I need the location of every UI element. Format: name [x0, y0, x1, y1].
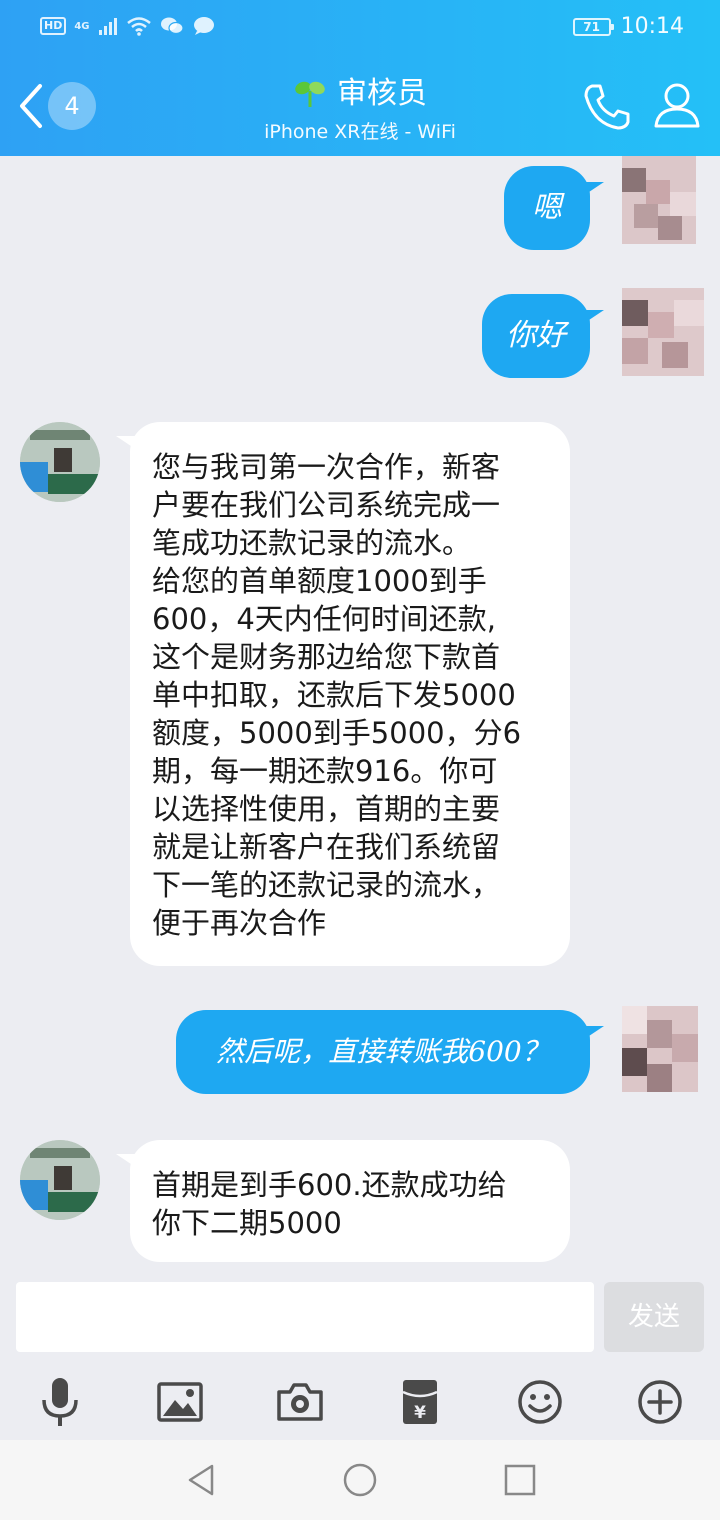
message-line: 您与我司第一次合作，新客 [152, 450, 501, 484]
plus-icon[interactable] [632, 1376, 688, 1428]
image-icon[interactable] [152, 1376, 208, 1428]
mic-icon[interactable] [32, 1376, 88, 1428]
message-bubble-out[interactable]: 你好 [482, 294, 604, 378]
chat-title-area[interactable]: 审核员 iPhone XR在线 - WiFi [160, 76, 560, 144]
nav-back-icon[interactable] [182, 1462, 222, 1498]
sprout-icon [295, 81, 325, 107]
chat-toolbar: ¥ [0, 1362, 720, 1440]
svg-text:¥: ¥ [414, 1403, 426, 1423]
message-line: 下一笔的还款记录的流水， [152, 868, 501, 902]
message-line: 以选择性使用，首期的主要 [152, 792, 501, 826]
contact-avatar[interactable] [20, 422, 100, 502]
message-line: 你下二期5000 [152, 1206, 342, 1240]
message-line: 就是让新客户在我们系统留 [152, 830, 501, 864]
message-line: 600，4天内任何时间还款, [152, 602, 497, 636]
status-bar: HD 4G 71 10:14 [0, 0, 720, 56]
message-line: 期，每一期还款916。你可 [152, 754, 498, 788]
red-packet-icon[interactable]: ¥ [392, 1376, 448, 1428]
message-line: 这个是财务那边给您下款首 [152, 640, 501, 674]
wechat-icon [160, 17, 184, 35]
send-button[interactable]: 发送 [604, 1282, 704, 1352]
my-avatar[interactable] [622, 156, 696, 244]
clock: 10:14 [620, 14, 684, 39]
message-line: 首期是到手600.还款成功给 [152, 1168, 507, 1202]
header: HD 4G 71 10:14 4 审核员 iPhone XR在线 - WiFi [0, 0, 720, 156]
message-icon [193, 17, 214, 35]
message-bubble-in[interactable]: 首期是到手600.还款成功给 你下二期5000 [116, 1140, 570, 1262]
battery-indicator: 71 [572, 17, 614, 36]
nav-home-icon[interactable] [340, 1462, 380, 1498]
camera-icon[interactable] [272, 1376, 328, 1428]
message-line: 给您的首单额度1000到手 [152, 564, 487, 598]
message-line: 便于再次合作 [152, 906, 327, 940]
message-text: 嗯 [532, 190, 562, 225]
hd-indicator: HD [40, 17, 67, 35]
input-bar: 发送 [0, 1280, 720, 1362]
message-line: 单中扣取，还款后下发5000 [152, 678, 516, 712]
phone-icon[interactable] [580, 80, 634, 134]
chat-title: 审核员 [337, 76, 427, 111]
message-text: 然后呢，直接转账我600？ [216, 1035, 550, 1068]
profile-icon[interactable] [650, 78, 704, 132]
title-bar: 4 审核员 iPhone XR在线 - WiFi [0, 56, 720, 156]
wifi-icon [126, 17, 151, 36]
emoji-icon[interactable] [512, 1376, 568, 1428]
signal-icon [98, 18, 117, 35]
message-line: 户要在我们公司系统完成一 [152, 488, 501, 522]
my-avatar[interactable] [622, 1006, 698, 1092]
message-input[interactable] [16, 1282, 594, 1352]
message-bubble-out[interactable]: 嗯 [504, 166, 604, 250]
message-line: 笔成功还款记录的流水。 [152, 526, 472, 560]
contact-avatar[interactable] [20, 1140, 100, 1220]
chat-area[interactable]: 嗯 你好 您与我司第一次合作，新客 户要在我们公司系统完成一 笔成功还款记录的流… [0, 156, 720, 1280]
my-avatar[interactable] [622, 288, 704, 376]
system-nav-bar [0, 1440, 720, 1520]
message-bubble-in[interactable]: 您与我司第一次合作，新客 户要在我们公司系统完成一 笔成功还款记录的流水。 给您… [116, 422, 570, 966]
online-status: iPhone XR在线 - WiFi [264, 121, 456, 143]
nav-recents-icon[interactable] [500, 1462, 540, 1498]
network-type: 4G [74, 20, 90, 32]
message-bubble-out[interactable]: 然后呢，直接转账我600？ [176, 1010, 604, 1094]
unread-badge[interactable]: 4 [48, 82, 96, 130]
message-line: 额度，5000到手5000，分6 [152, 716, 522, 750]
message-text: 你好 [506, 318, 566, 353]
